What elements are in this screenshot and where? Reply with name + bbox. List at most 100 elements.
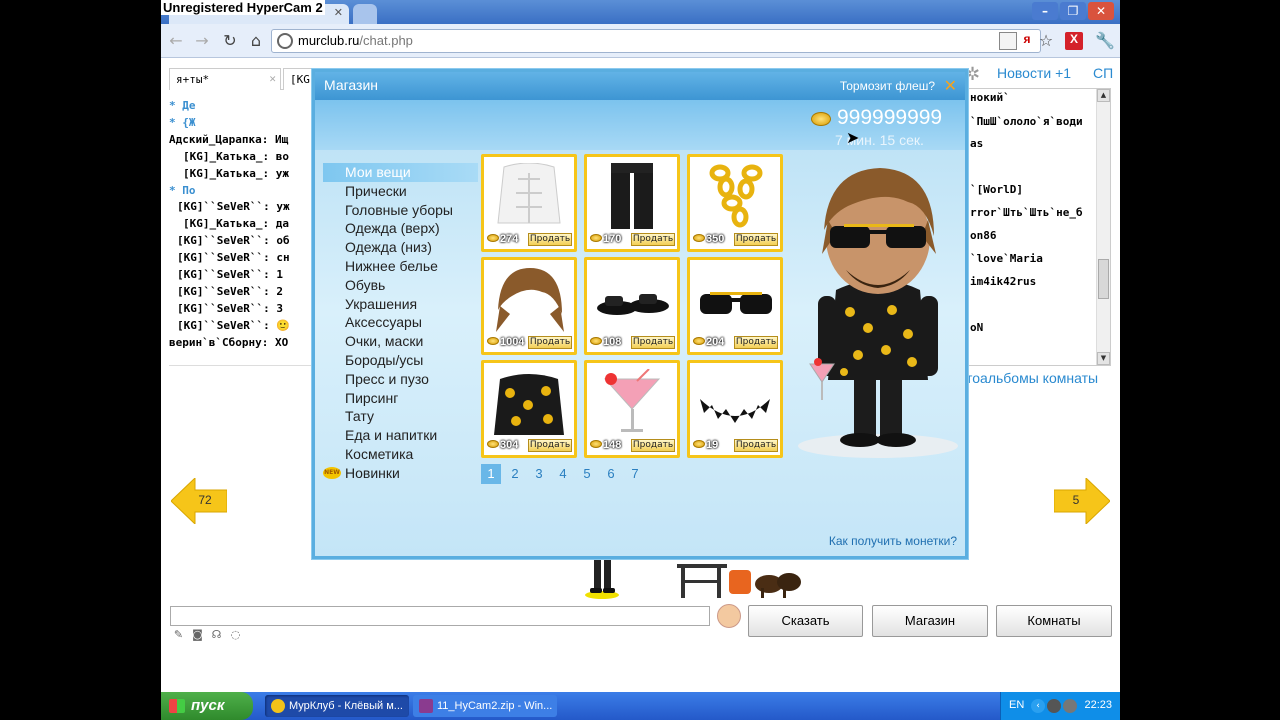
sell-button[interactable]: Продать bbox=[631, 439, 675, 452]
shop-category-item[interactable]: Очки, маски bbox=[323, 332, 478, 351]
flash-lag-link[interactable]: Тормозит флеш? bbox=[840, 79, 935, 93]
page-link[interactable]: 5 bbox=[577, 464, 597, 484]
scroll-down-icon[interactable]: ▼ bbox=[1097, 352, 1110, 365]
wrench-icon[interactable]: 🔧 bbox=[1095, 32, 1115, 50]
tray-arrow-icon[interactable]: ‹ bbox=[1031, 699, 1045, 713]
shop-item-gold-chain[interactable]: 350 Продать bbox=[687, 154, 783, 252]
room-photo-albums-link[interactable]: тоальбомы комнаты bbox=[966, 370, 1098, 386]
sell-button[interactable]: Продать bbox=[528, 336, 572, 349]
chat-message-input[interactable] bbox=[170, 606, 710, 626]
tray-network-icon[interactable] bbox=[1047, 699, 1061, 713]
sp-link[interactable]: СП bbox=[1093, 65, 1113, 81]
sell-button[interactable]: Продать bbox=[734, 336, 778, 349]
tray-volume-icon[interactable] bbox=[1063, 699, 1077, 713]
shop-category-item[interactable]: Обувь bbox=[323, 276, 478, 295]
smiley-icon[interactable] bbox=[717, 604, 741, 628]
shop-item-pants[interactable]: 170 Продать bbox=[584, 154, 680, 252]
headphones-icon[interactable]: ☊ bbox=[209, 628, 224, 641]
shop-category-item[interactable]: Одежда (низ) bbox=[323, 238, 478, 257]
user-list-item[interactable]: as bbox=[970, 137, 983, 150]
page-link[interactable]: 3 bbox=[529, 464, 549, 484]
start-button[interactable]: пуск bbox=[161, 692, 253, 720]
sell-button[interactable]: Продать bbox=[734, 233, 778, 246]
user-list-item[interactable]: im4ik42rus bbox=[970, 275, 1036, 288]
page-link[interactable]: 7 bbox=[625, 464, 645, 484]
shop-item-cocktail[interactable]: 148 Продать bbox=[584, 360, 680, 458]
page-link[interactable]: 2 bbox=[505, 464, 525, 484]
shop-category-item[interactable]: Украшения bbox=[323, 295, 478, 314]
yandex-icon[interactable]: я bbox=[1018, 32, 1036, 50]
shop-category-item[interactable]: Прически bbox=[323, 182, 478, 201]
forward-icon[interactable]: → bbox=[191, 30, 213, 52]
speech-bubble-icon[interactable]: ◌ bbox=[228, 628, 243, 641]
user-list-item[interactable]: on86 bbox=[970, 229, 997, 242]
window-close-button[interactable]: ✕ bbox=[1088, 2, 1114, 20]
next-room-arrow[interactable]: 5 bbox=[1054, 478, 1110, 524]
taskbar-item-browser[interactable]: МурКлуб - Клёвый м... bbox=[265, 695, 409, 717]
new-tab-button[interactable] bbox=[353, 4, 377, 24]
chat-tab[interactable]: я+ты* ✕ bbox=[169, 68, 281, 90]
addon-icon[interactable]: Х bbox=[1065, 32, 1083, 50]
address-url[interactable]: murclub.ru/chat.php bbox=[298, 33, 413, 48]
shop-button[interactable]: Магазин bbox=[872, 605, 988, 637]
user-list-item[interactable]: нокий` bbox=[970, 91, 1010, 104]
scroll-thumb[interactable] bbox=[1098, 259, 1109, 299]
shop-category-item[interactable]: Косметика bbox=[323, 445, 478, 464]
maximize-button[interactable]: ❐ bbox=[1060, 2, 1086, 20]
user-list-item[interactable]: rror`Шть`Шть`не_б bbox=[970, 206, 1083, 219]
back-icon[interactable]: ← bbox=[165, 30, 187, 52]
shop-item-jacket[interactable]: 304 Продать bbox=[481, 360, 577, 458]
shop-item-abs[interactable]: 274 Продать bbox=[481, 154, 577, 252]
sell-button[interactable]: Продать bbox=[734, 439, 778, 452]
language-indicator[interactable]: EN bbox=[1009, 699, 1024, 711]
user-list-scrollbar[interactable]: ▲ ▼ bbox=[1096, 89, 1110, 365]
shop-close-icon[interactable]: ✕ bbox=[944, 76, 957, 95]
say-button[interactable]: Сказать bbox=[748, 605, 863, 637]
shop-item-hairstyle[interactable]: 1004 Продать bbox=[481, 257, 577, 355]
news-link[interactable]: Новости +1 bbox=[997, 65, 1071, 81]
taskbar-item-archive[interactable]: 11_HyCam2.zip - Win... bbox=[413, 695, 557, 717]
shop-category-item[interactable]: Тату bbox=[323, 407, 478, 426]
bookmark-star-icon[interactable]: ☆ bbox=[1037, 32, 1055, 50]
shop-category-item[interactable]: Мои вещи bbox=[323, 163, 478, 182]
page-link[interactable]: 6 bbox=[601, 464, 621, 484]
minimize-button[interactable]: – bbox=[1032, 2, 1058, 20]
tab-close-icon[interactable]: ✕ bbox=[334, 6, 343, 19]
user-list-item[interactable]: oN bbox=[970, 321, 983, 334]
shop-category-item[interactable]: NEW Новинки bbox=[323, 464, 478, 483]
shop-category-item[interactable]: Нижнее белье bbox=[323, 257, 478, 276]
home-icon[interactable]: ⌂ bbox=[245, 30, 267, 52]
shop-item-sunglasses[interactable]: 204 Продать bbox=[687, 257, 783, 355]
page-link[interactable]: 1 bbox=[481, 464, 501, 484]
scroll-up-icon[interactable]: ▲ bbox=[1097, 89, 1110, 102]
how-to-get-coins-link[interactable]: Как получить монетки? bbox=[829, 534, 957, 548]
sell-button[interactable]: Продать bbox=[631, 233, 675, 246]
shop-item-beard[interactable]: 19 Продать bbox=[687, 360, 783, 458]
shop-item-shoes[interactable]: 108 Продать bbox=[584, 257, 680, 355]
avatar-preview[interactable] bbox=[788, 150, 965, 480]
page-icon[interactable] bbox=[999, 32, 1017, 50]
page-link[interactable]: 4 bbox=[553, 464, 573, 484]
sell-button[interactable]: Продать bbox=[528, 439, 572, 452]
address-bar[interactable]: murclub.ru/chat.php bbox=[271, 29, 1041, 53]
user-list-item[interactable]: `[WorlD] bbox=[970, 183, 1023, 196]
shop-category-item[interactable]: Головные уборы bbox=[323, 201, 478, 220]
shop-category-item[interactable]: Еда и напитки bbox=[323, 426, 478, 445]
rooms-button[interactable]: Комнаты bbox=[996, 605, 1112, 637]
sell-button[interactable]: Продать bbox=[528, 233, 572, 246]
shop-category-item[interactable]: Пресс и пузо bbox=[323, 370, 478, 389]
user-list[interactable]: нокий` `ПшШ`ололо`я`води as `[WorlD] rror`Шт… bbox=[961, 88, 1111, 366]
user-list-item[interactable]: `love`Maria bbox=[970, 252, 1043, 265]
close-icon[interactable]: ✕ bbox=[269, 72, 276, 85]
reload-icon[interactable]: ↻ bbox=[219, 30, 241, 52]
shop-category-item[interactable]: Аксессуары bbox=[323, 313, 478, 332]
sell-button[interactable]: Продать bbox=[631, 336, 675, 349]
room-avatar[interactable] bbox=[583, 558, 621, 600]
shop-category-item[interactable]: Пирсинг bbox=[323, 389, 478, 408]
shop-category-item[interactable]: Бороды/усы bbox=[323, 351, 478, 370]
camera-icon[interactable]: ◙ bbox=[190, 628, 205, 641]
pencil-icon[interactable]: ✎ bbox=[171, 628, 186, 641]
shop-category-item[interactable]: Одежда (верх) bbox=[323, 219, 478, 238]
user-list-item[interactable]: `ПшШ`ололо`я`води bbox=[970, 115, 1083, 128]
prev-room-arrow[interactable]: 72 bbox=[171, 478, 227, 524]
